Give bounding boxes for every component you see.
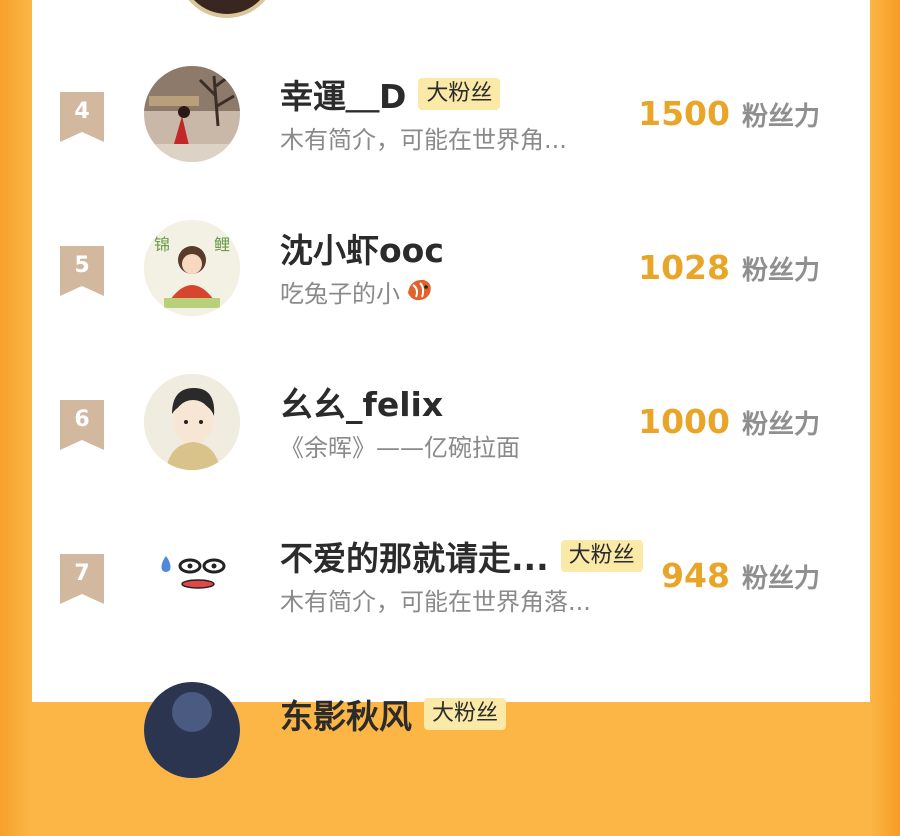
list-item[interactable]: 4 幸運＿D 大粉丝 木有简介，可能在世界角... 1500 粉丝力 [32,66,870,220]
user-bio: 《余晖》——亿碗拉面 [280,434,520,462]
avatar-previous[interactable] [177,0,277,18]
fan-power: 1028 粉丝力 [638,248,820,287]
shrimp-emoji-icon [404,275,434,309]
fan-power-value: 1500 [638,94,730,133]
ranking-card: 4 幸運＿D 大粉丝 木有简介，可能在世界角... 1500 粉丝力 5 锦 鲤… [32,0,870,778]
rank-tag: 7 [60,554,104,604]
fan-power: 1500 粉丝力 [638,94,820,133]
avatar[interactable] [144,374,240,470]
fan-power: 948 粉丝力 [661,556,820,595]
user-name-text[interactable]: 沈小虾ooc [280,224,444,272]
list-item[interactable]: 6 幺幺_felix 《余晖》——亿碗拉面 1000 粉丝力 [32,374,870,528]
svg-text:锦: 锦 [154,235,170,254]
user-bio: 吃兔子的小 [280,274,434,309]
rank-tag: 5 [60,246,104,296]
user-name[interactable]: 东影秋风 大粉丝 [280,690,507,738]
fan-power-value: 1000 [638,402,730,441]
user-name-text[interactable]: 不爱的那就请走... [280,532,549,580]
rank-tag: 4 [60,92,104,142]
fan-badge: 大粉丝 [424,698,507,730]
user-name[interactable]: 幸運＿D 大粉丝 [280,70,501,118]
svg-text:鲤: 鲤 [214,235,230,254]
user-bio: 木有简介，可能在世界角落... [280,588,591,616]
user-name-text[interactable]: 幺幺_felix [280,378,443,426]
fan-power: 1000 粉丝力 [638,402,820,441]
user-name-text[interactable]: 幸運＿D [280,70,406,118]
user-name-text[interactable]: 东影秋风 [280,690,412,738]
list-item[interactable]: 7 不爱的那就请走... 大粉丝 木有简介，可能在世界角落... 948 粉丝力 [32,528,870,682]
user-name[interactable]: 幺幺_felix [280,378,443,426]
list-item[interactable]: 东影秋风 大粉丝 [32,682,870,836]
fan-power-unit: 粉丝力 [741,410,820,440]
user-bio: 木有简介，可能在世界角... [280,126,567,154]
fan-power-unit: 粉丝力 [741,564,820,594]
avatar[interactable] [144,682,240,778]
fan-badge: 大粉丝 [418,78,501,110]
avatar[interactable]: 锦 鲤 [144,220,240,316]
fan-power-unit: 粉丝力 [741,102,820,132]
avatar[interactable] [144,528,240,624]
user-bio-text: 吃兔子的小 [280,280,400,308]
user-name[interactable]: 不爱的那就请走... 大粉丝 [280,532,643,580]
rank-tag: 6 [60,400,104,450]
fan-power-unit: 粉丝力 [741,256,820,286]
fan-power-value: 948 [661,556,730,595]
user-name[interactable]: 沈小虾ooc [280,224,444,272]
avatar[interactable] [144,66,240,162]
fan-badge: 大粉丝 [560,540,643,572]
list-item[interactable]: 5 锦 鲤 沈小虾ooc 吃兔子的小 1028 粉丝力 [32,220,870,374]
fan-power-value: 1028 [638,248,730,287]
